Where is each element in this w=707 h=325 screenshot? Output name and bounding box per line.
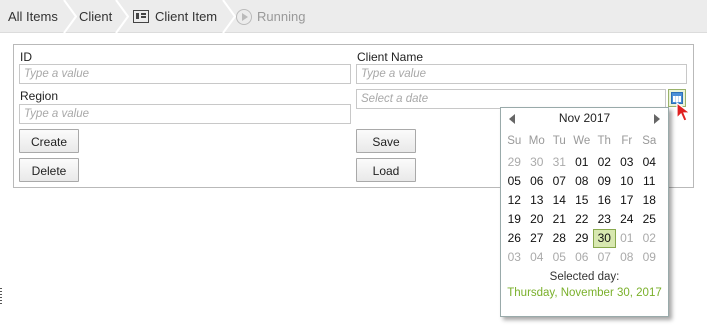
calendar-day[interactable]: 06	[526, 172, 549, 191]
delete-button[interactable]: Delete	[19, 158, 79, 182]
calendar-day[interactable]: 18	[638, 191, 661, 210]
weekday-label: Sa	[642, 135, 657, 147]
calendar-day[interactable]: 07	[593, 248, 616, 267]
calendar-day[interactable]: 01	[616, 229, 639, 248]
calendar-day[interactable]: 06	[571, 248, 594, 267]
calendar-day[interactable]: 17	[616, 191, 639, 210]
calendar-day[interactable]: 02	[593, 153, 616, 172]
breadcrumb-running-label: Running	[257, 9, 306, 24]
date-picker-header: Nov 2017	[501, 108, 668, 130]
weekday-label: Th	[597, 135, 611, 147]
calendar-day[interactable]: 16	[593, 191, 616, 210]
calendar-day[interactable]: 14	[548, 191, 571, 210]
weekday-label: Mo	[528, 135, 545, 147]
weekday-label: Su	[507, 135, 522, 147]
calendar-day[interactable]: 02	[638, 229, 661, 248]
edge-marker	[0, 288, 2, 306]
calendar-day[interactable]: 08	[571, 172, 594, 191]
calendar-week-row: 29 30 31 01 02 03 04	[503, 153, 668, 172]
weekday-label: Fr	[621, 135, 633, 147]
calendar-day[interactable]: 05	[548, 248, 571, 267]
region-label: Region	[20, 89, 59, 103]
calendar-day[interactable]: 22	[571, 210, 594, 229]
date-picker-popup: Nov 2017 Su Mo Tu We Th Fr Sa 29 30 31 01 02 03 04 05…	[500, 107, 669, 317]
date-field[interactable]	[356, 89, 666, 109]
calendar-week-row: 03 04 05 06 07 08 09	[503, 248, 668, 267]
calendar-week-row: 05 06 07 08 09 10 11	[503, 172, 668, 191]
calendar-day[interactable]: 27	[526, 229, 549, 248]
next-month-icon[interactable]	[654, 114, 660, 124]
breadcrumb-client[interactable]: Client	[79, 0, 112, 33]
calendar-day[interactable]: 31	[548, 153, 571, 172]
create-button[interactable]: Create	[19, 129, 79, 153]
breadcrumb-running: Running	[236, 0, 305, 33]
calendar-day[interactable]: 30	[526, 153, 549, 172]
weekday-label: Tu	[552, 135, 566, 147]
calendar-day[interactable]: 09	[638, 248, 661, 267]
calendar-day[interactable]: 23	[593, 210, 616, 229]
calendar-day[interactable]: 10	[616, 172, 639, 191]
calendar-day[interactable]: 11	[638, 172, 661, 191]
calendar-week-row: 12 13 14 15 16 17 18	[503, 191, 668, 210]
region-field[interactable]	[19, 104, 351, 124]
calendar-day[interactable]: 12	[503, 191, 526, 210]
mouse-pointer-icon	[676, 102, 692, 122]
id-field[interactable]	[19, 64, 351, 84]
breadcrumb-client-item[interactable]: Client Item	[133, 0, 217, 33]
calendar-day[interactable]: 26	[503, 229, 526, 248]
weekday-header: Su Mo Tu We Th Fr Sa	[503, 135, 668, 147]
calendar-day[interactable]: 08	[616, 248, 639, 267]
calendar-day[interactable]: 09	[593, 172, 616, 191]
load-button[interactable]: Load	[356, 158, 416, 182]
weekday-label: We	[573, 135, 591, 147]
id-label: ID	[20, 50, 32, 64]
list-item-icon	[133, 10, 149, 23]
month-title[interactable]: Nov 2017	[501, 111, 668, 125]
calendar-day[interactable]: 19	[503, 210, 526, 229]
breadcrumb-separator	[115, 0, 129, 33]
calendar-day[interactable]: 20	[526, 210, 549, 229]
breadcrumb-all-items[interactable]: All Items	[8, 0, 58, 33]
client-name-label: Client Name	[357, 50, 424, 64]
breadcrumb: All Items Client Client Item Running	[0, 0, 707, 33]
calendar-day[interactable]: 04	[526, 248, 549, 267]
calendar-day[interactable]: 29	[571, 229, 594, 248]
calendar-day[interactable]: 29	[503, 153, 526, 172]
breadcrumb-separator	[63, 0, 77, 33]
breadcrumb-client-item-label: Client Item	[155, 9, 218, 24]
calendar-day[interactable]: 03	[503, 248, 526, 267]
client-name-field[interactable]	[356, 64, 687, 84]
save-button[interactable]: Save	[356, 129, 416, 153]
calendar-day[interactable]: 13	[526, 191, 549, 210]
calendar-day[interactable]: 21	[548, 210, 571, 229]
breadcrumb-separator	[222, 0, 236, 33]
selected-day-caption: Selected day:	[549, 271, 620, 283]
calendar-week-row: 26 27 28 29 30 01 02	[503, 229, 668, 248]
calendar-day[interactable]: 03	[616, 153, 639, 172]
calendar-day-selected[interactable]: 30	[593, 229, 616, 248]
calendar-day[interactable]: 28	[548, 229, 571, 248]
calendar-day[interactable]: 04	[638, 153, 661, 172]
selected-day-text: Thursday, November 30, 2017	[507, 287, 662, 299]
play-circle-icon	[236, 8, 252, 25]
calendar-day[interactable]: 15	[571, 191, 594, 210]
calendar-week-row: 19 20 21 22 23 24 25	[503, 210, 668, 229]
calendar-day[interactable]: 01	[571, 153, 594, 172]
calendar-day[interactable]: 07	[548, 172, 571, 191]
calendar-day[interactable]: 25	[638, 210, 661, 229]
calendar-day[interactable]: 24	[616, 210, 639, 229]
calendar-day[interactable]: 05	[503, 172, 526, 191]
